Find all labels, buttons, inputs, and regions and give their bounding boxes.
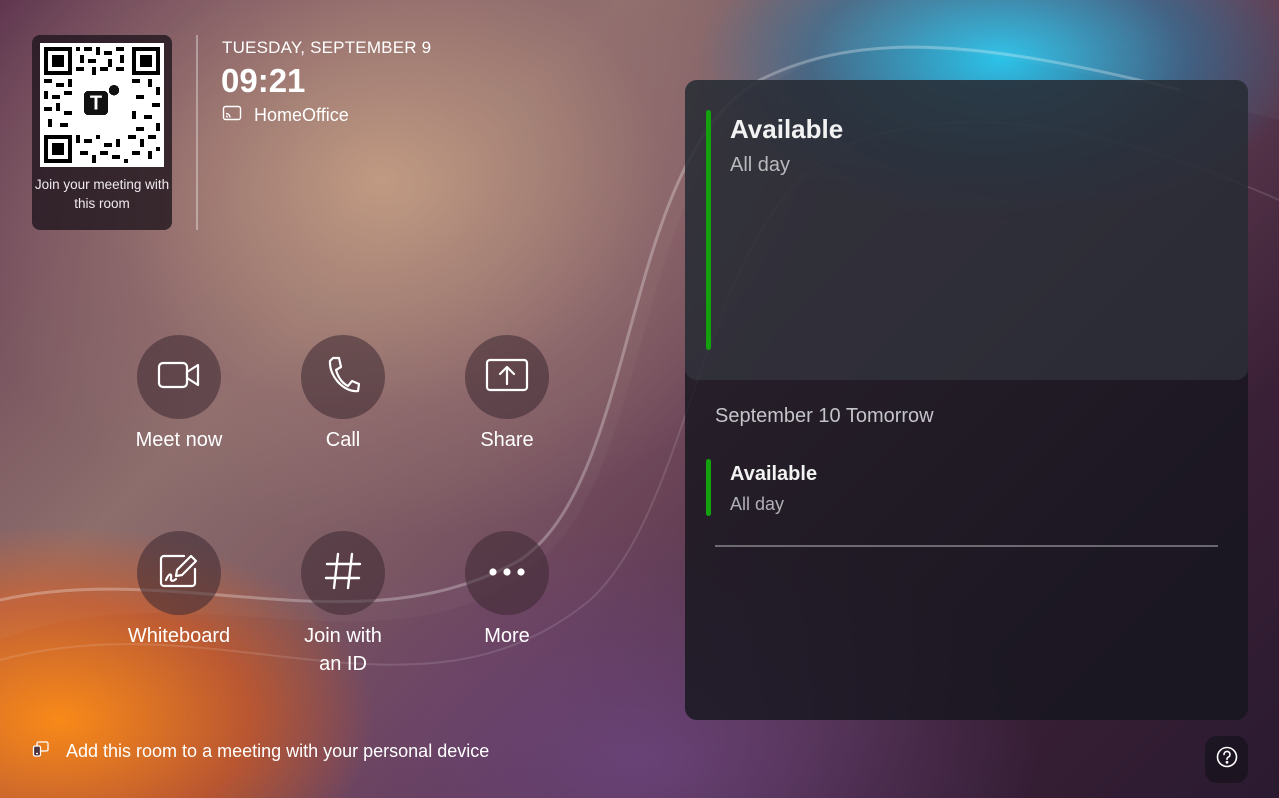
date-label: TUESDAY, SEPTEMBER 9 — [222, 38, 432, 57]
current-event-title: Available — [730, 114, 844, 144]
current-event-subtitle: All day — [730, 154, 791, 176]
current-event-card[interactable]: Available All day — [685, 80, 1248, 380]
cast-icon — [222, 105, 242, 126]
share-screen-icon — [485, 357, 529, 398]
qr-caption: Join your meeting with this room — [34, 177, 170, 211]
meet-now-button[interactable]: Meet now — [114, 335, 244, 454]
more-button[interactable]: More — [442, 531, 572, 650]
personal-device-hint-text: Add this room to a meeting with your per… — [66, 741, 490, 761]
tomorrow-event-title: Available — [730, 463, 818, 485]
call-label: Call — [325, 429, 361, 451]
room-name: HomeOffice — [254, 105, 349, 125]
video-camera-icon — [157, 359, 201, 396]
meet-now-label: Meet now — [135, 429, 223, 451]
share-label: Share — [480, 429, 534, 451]
join-with-id-label: Join with an ID — [304, 625, 382, 675]
svg-text:T: T — [90, 92, 102, 114]
help-icon — [1216, 746, 1238, 773]
header-divider — [196, 35, 198, 230]
more-icon — [487, 564, 527, 582]
personal-device-icon — [32, 741, 50, 762]
calendar-panel: Available All day September 10 Tomorrow … — [685, 80, 1248, 720]
whiteboard-label: Whiteboard — [127, 625, 231, 647]
call-button[interactable]: Call — [278, 335, 408, 454]
qr-code: T — [40, 43, 164, 167]
phone-icon — [325, 355, 361, 400]
room-info: HomeOffice — [222, 105, 349, 126]
whiteboard-icon — [158, 553, 200, 594]
tomorrow-event-subtitle: All day — [730, 494, 785, 514]
personal-device-hint[interactable]: Add this room to a meeting with your per… — [32, 741, 489, 762]
tomorrow-availability-bar — [706, 459, 711, 516]
calendar-divider — [715, 545, 1218, 547]
more-label: More — [484, 625, 530, 647]
whiteboard-button[interactable]: Whiteboard — [114, 531, 244, 650]
share-button[interactable]: Share — [442, 335, 572, 454]
tomorrow-header: September 10 Tomorrow — [715, 405, 934, 427]
qr-join-card: T Join your meeting with this room — [32, 35, 172, 230]
help-button[interactable] — [1205, 736, 1248, 783]
clock-time: 09:21 — [221, 62, 306, 99]
availability-bar — [706, 110, 711, 350]
join-with-id-button[interactable]: Join with an ID — [278, 531, 408, 678]
hash-icon — [323, 551, 363, 596]
